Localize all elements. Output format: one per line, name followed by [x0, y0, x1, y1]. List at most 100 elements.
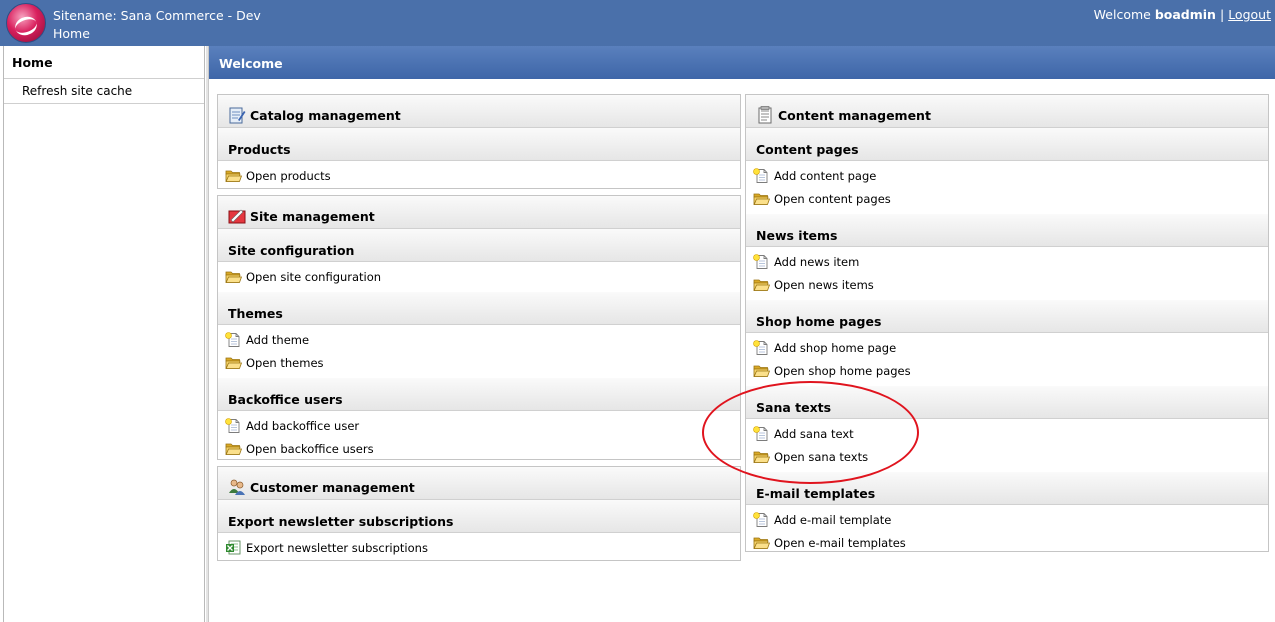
link-add-theme[interactable]: Add theme [218, 328, 740, 351]
link-add-content-page[interactable]: Add content page [746, 164, 1268, 187]
section-title-sana-texts: Sana texts [746, 386, 1268, 419]
new-document-icon [753, 254, 770, 269]
link-label: Add e-mail template [774, 512, 892, 527]
link-label: Open content pages [774, 191, 891, 206]
folder-icon [225, 168, 242, 183]
sidebar-heading: Home [4, 46, 204, 79]
link-open-site-configuration[interactable]: Open site configuration [218, 265, 740, 288]
new-document-icon [225, 332, 242, 347]
section-items-news-items: Add news item Open news items [746, 247, 1268, 300]
sidebar-item-refresh-site-cache[interactable]: Refresh site cache [4, 79, 204, 104]
welcome-user: Welcome boadmin | Logout [1094, 7, 1271, 22]
link-open-news-items[interactable]: Open news items [746, 273, 1268, 296]
sana-logo-icon [6, 3, 46, 43]
section-items-email-templates: Add e-mail template Open e-mail template… [746, 505, 1268, 558]
link-open-email-templates[interactable]: Open e-mail templates [746, 531, 1268, 554]
section-items-export-newsletter: Export newsletter subscriptions [218, 533, 740, 563]
section-items-shop-home-pages: Add shop home page Open shop home pages [746, 333, 1268, 386]
link-add-sana-text[interactable]: Add sana text [746, 422, 1268, 445]
breadcrumb: Home [53, 26, 90, 41]
welcome-prefix: Welcome [1093, 7, 1151, 22]
link-label: Open backoffice users [246, 441, 374, 456]
content-management-panel: Content management Content pages Add con… [745, 94, 1269, 552]
splitter[interactable] [205, 46, 209, 622]
section-title-news-items: News items [746, 214, 1268, 247]
sidebar: Home Refresh site cache [3, 46, 205, 622]
link-label: Add sana text [774, 426, 854, 441]
section-items-themes: Add theme Open themes [218, 325, 740, 378]
link-label: Open sana texts [774, 449, 869, 464]
catalog-management-panel: Catalog management Products Open product… [217, 94, 741, 189]
group-title-content: Content management [778, 107, 931, 123]
link-label: Open shop home pages [774, 363, 911, 378]
link-label: Add backoffice user [246, 418, 360, 433]
header-separator: | [1219, 7, 1225, 22]
group-title-site: Site management [250, 208, 375, 224]
section-items-sana-texts: Add sana text Open sana texts [746, 419, 1268, 472]
section-items-site-configuration: Open site configuration [218, 262, 740, 292]
link-open-sana-texts[interactable]: Open sana texts [746, 445, 1268, 468]
folder-icon [753, 363, 770, 378]
link-label: Add theme [246, 332, 310, 347]
excel-icon [225, 540, 242, 555]
group-header-catalog: Catalog management [218, 95, 740, 128]
link-open-content-pages[interactable]: Open content pages [746, 187, 1268, 210]
new-document-icon [753, 512, 770, 527]
link-add-email-template[interactable]: Add e-mail template [746, 508, 1268, 531]
group-title-customer: Customer management [250, 479, 415, 495]
link-label: Add news item [774, 254, 860, 269]
link-add-backoffice-user[interactable]: Add backoffice user [218, 414, 740, 437]
link-export-newsletter-subscriptions[interactable]: Export newsletter subscriptions [218, 536, 740, 559]
section-title-export-newsletter: Export newsletter subscriptions [218, 500, 740, 533]
new-document-icon [225, 418, 242, 433]
username: boadmin [1154, 7, 1216, 22]
group-title-catalog: Catalog management [250, 107, 401, 123]
link-label: Open site configuration [246, 269, 382, 284]
link-label: Open themes [246, 355, 324, 370]
catalog-icon [229, 107, 246, 124]
logout-link[interactable]: Logout [1228, 7, 1271, 22]
link-label: Open news items [774, 277, 874, 292]
link-add-news-item[interactable]: Add news item [746, 250, 1268, 273]
folder-icon [753, 277, 770, 292]
section-items-products: Open products [218, 161, 740, 191]
site-title: Sitename: Sana Commerce - Dev [53, 8, 261, 23]
section-title-themes: Themes [218, 292, 740, 325]
link-label: Add shop home page [774, 340, 897, 355]
site-management-icon [228, 209, 246, 224]
link-add-shop-home-page[interactable]: Add shop home page [746, 336, 1268, 359]
link-open-products[interactable]: Open products [218, 164, 740, 187]
group-header-customer: Customer management [218, 467, 740, 500]
group-header-site: Site management [218, 196, 740, 229]
link-open-shop-home-pages[interactable]: Open shop home pages [746, 359, 1268, 382]
new-document-icon [753, 426, 770, 441]
folder-icon [225, 355, 242, 370]
link-label: Open products [246, 168, 331, 183]
top-header-bar: Sitename: Sana Commerce - Dev Home Welco… [0, 0, 1275, 46]
site-management-panel: Site management Site configuration Open … [217, 195, 741, 460]
folder-icon [225, 269, 242, 284]
section-title-site-configuration: Site configuration [218, 229, 740, 262]
folder-icon [753, 449, 770, 464]
group-header-content: Content management [746, 95, 1268, 128]
section-title-content-pages: Content pages [746, 128, 1268, 161]
section-title-email-templates: E-mail templates [746, 472, 1268, 505]
content-management-icon [758, 106, 772, 124]
link-open-themes[interactable]: Open themes [218, 351, 740, 374]
users-icon [229, 479, 245, 495]
section-title-products: Products [218, 128, 740, 161]
section-items-backoffice-users: Add backoffice user Open backoffice user… [218, 411, 740, 464]
folder-icon [753, 535, 770, 550]
customer-management-panel: Customer management Export newsletter su… [217, 466, 741, 561]
link-label: Open e-mail templates [774, 535, 906, 550]
new-document-icon [753, 168, 770, 183]
folder-icon [753, 191, 770, 206]
section-items-content-pages: Add content page Open content pages [746, 161, 1268, 214]
folder-icon [225, 441, 242, 456]
section-title-shop-home-pages: Shop home pages [746, 300, 1268, 333]
new-document-icon [753, 340, 770, 355]
link-open-backoffice-users[interactable]: Open backoffice users [218, 437, 740, 460]
section-title-backoffice-users: Backoffice users [218, 378, 740, 411]
page-title: Welcome [209, 46, 1275, 79]
link-label: Export newsletter subscriptions [246, 540, 428, 555]
